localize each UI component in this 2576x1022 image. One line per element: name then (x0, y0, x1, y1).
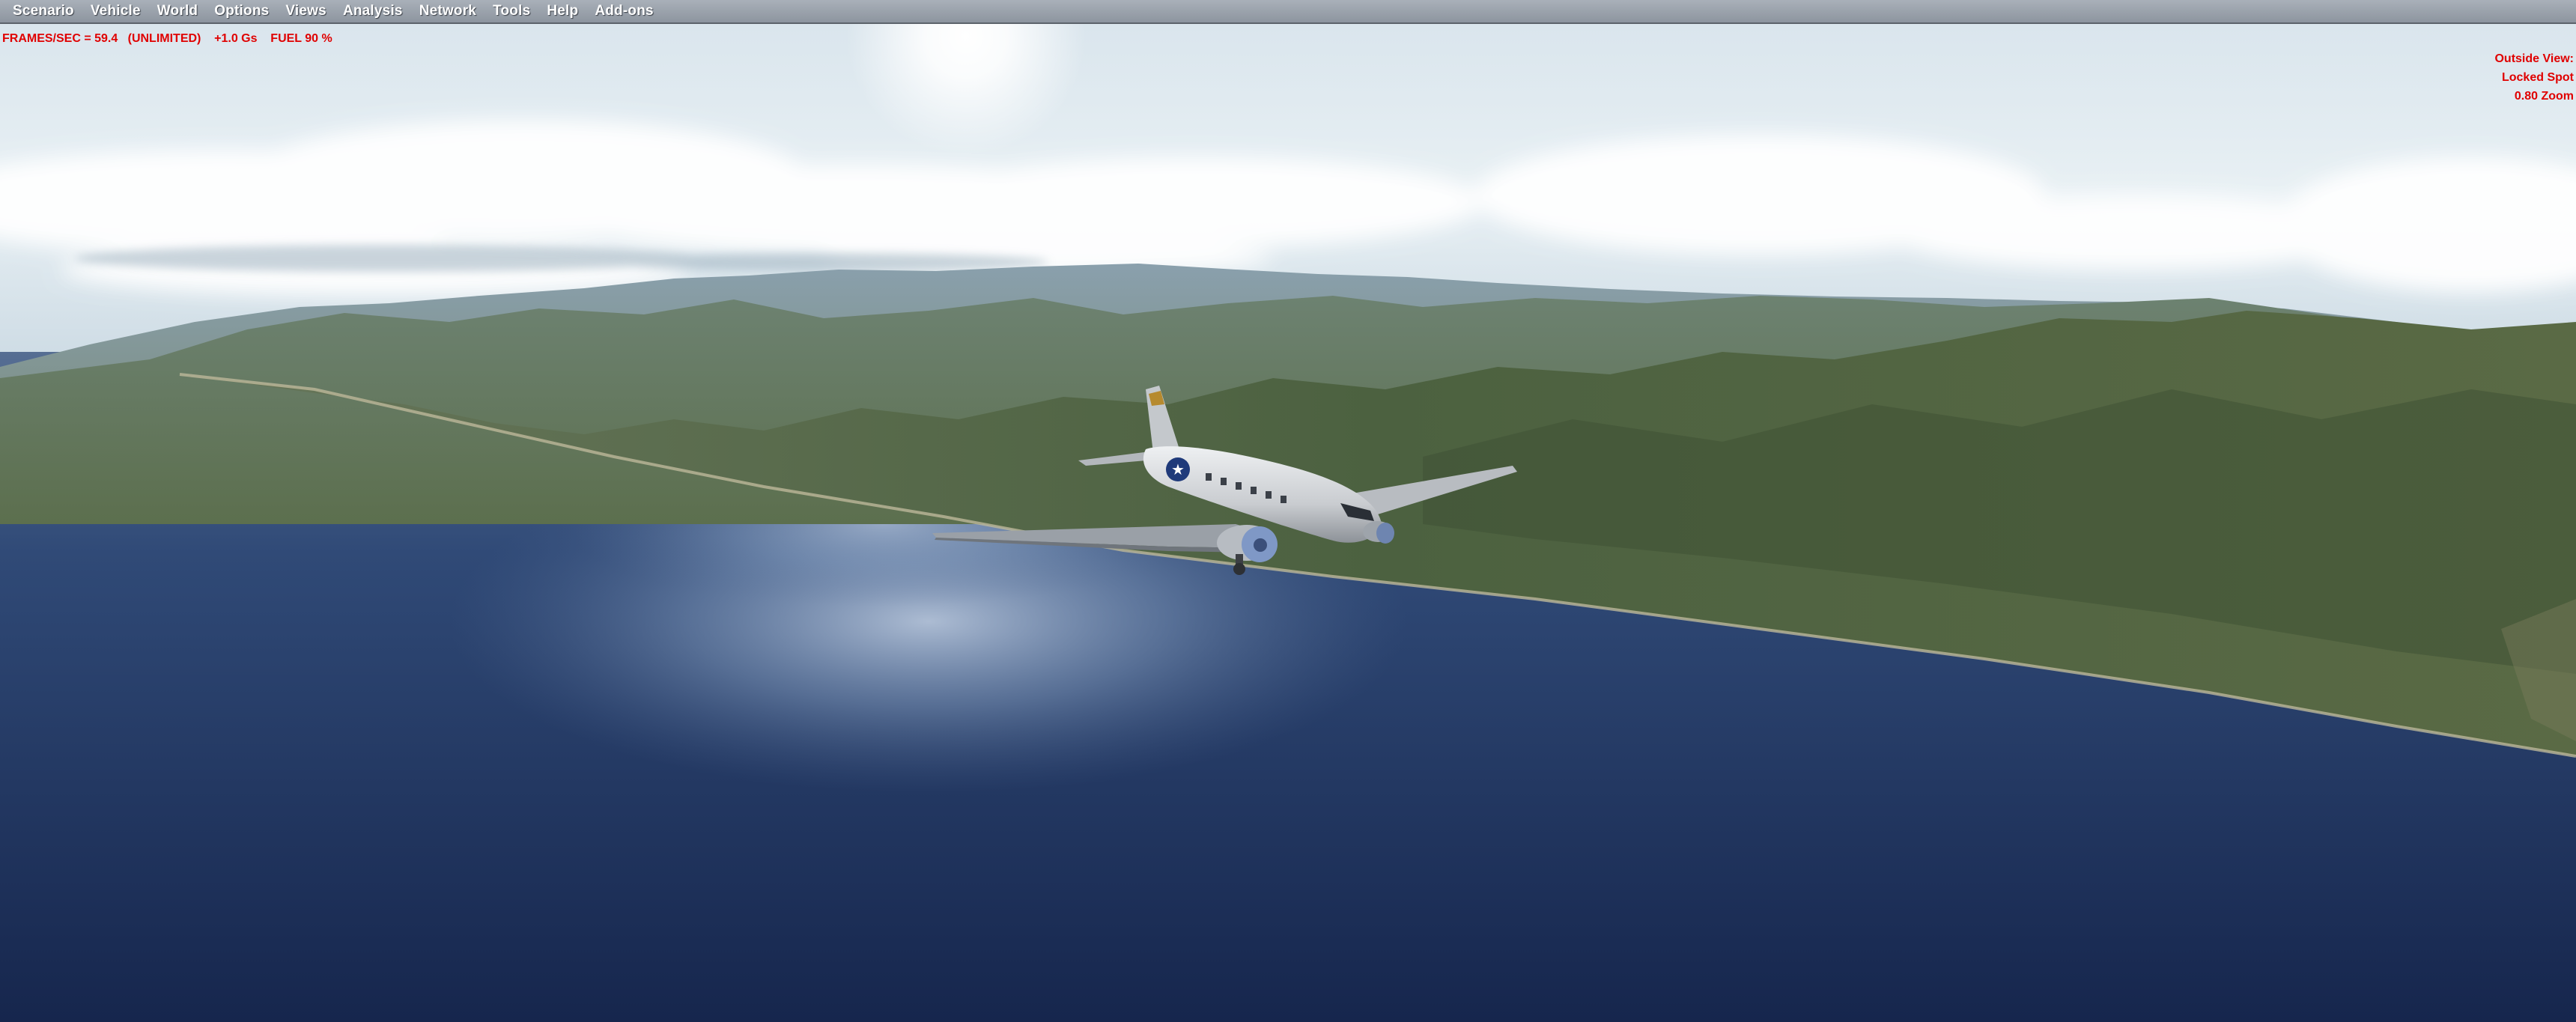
svg-text:★: ★ (1171, 460, 1185, 478)
hud-view-target: Locked Spot (2501, 71, 2574, 84)
menu-vehicle[interactable]: Vehicle (82, 0, 149, 22)
menu-world[interactable]: World (149, 0, 206, 22)
menu-scenario[interactable]: Scenario (4, 0, 82, 22)
hud-status-line: FRAMES/SEC = 59.4 (UNLIMITED) +1.0 Gs FU… (2, 32, 332, 45)
menu-bar: Scenario Vehicle World Options Views Ana… (0, 0, 2576, 24)
menu-network[interactable]: Network (411, 0, 484, 22)
hud-view-info: Outside View: Locked Spot 0.80 Zoom (2494, 49, 2574, 106)
menu-add-ons[interactable]: Add-ons (586, 0, 661, 22)
hud-zoom-level: 0.80 Zoom (2514, 90, 2574, 103)
flight-scene: ★ (0, 0, 2576, 1022)
menu-options[interactable]: Options (206, 0, 277, 22)
menu-help[interactable]: Help (538, 0, 586, 22)
menu-views[interactable]: Views (277, 0, 335, 22)
hud-view-mode: Outside View: (2494, 52, 2574, 65)
menu-analysis[interactable]: Analysis (335, 0, 411, 22)
menu-tools[interactable]: Tools (484, 0, 538, 22)
